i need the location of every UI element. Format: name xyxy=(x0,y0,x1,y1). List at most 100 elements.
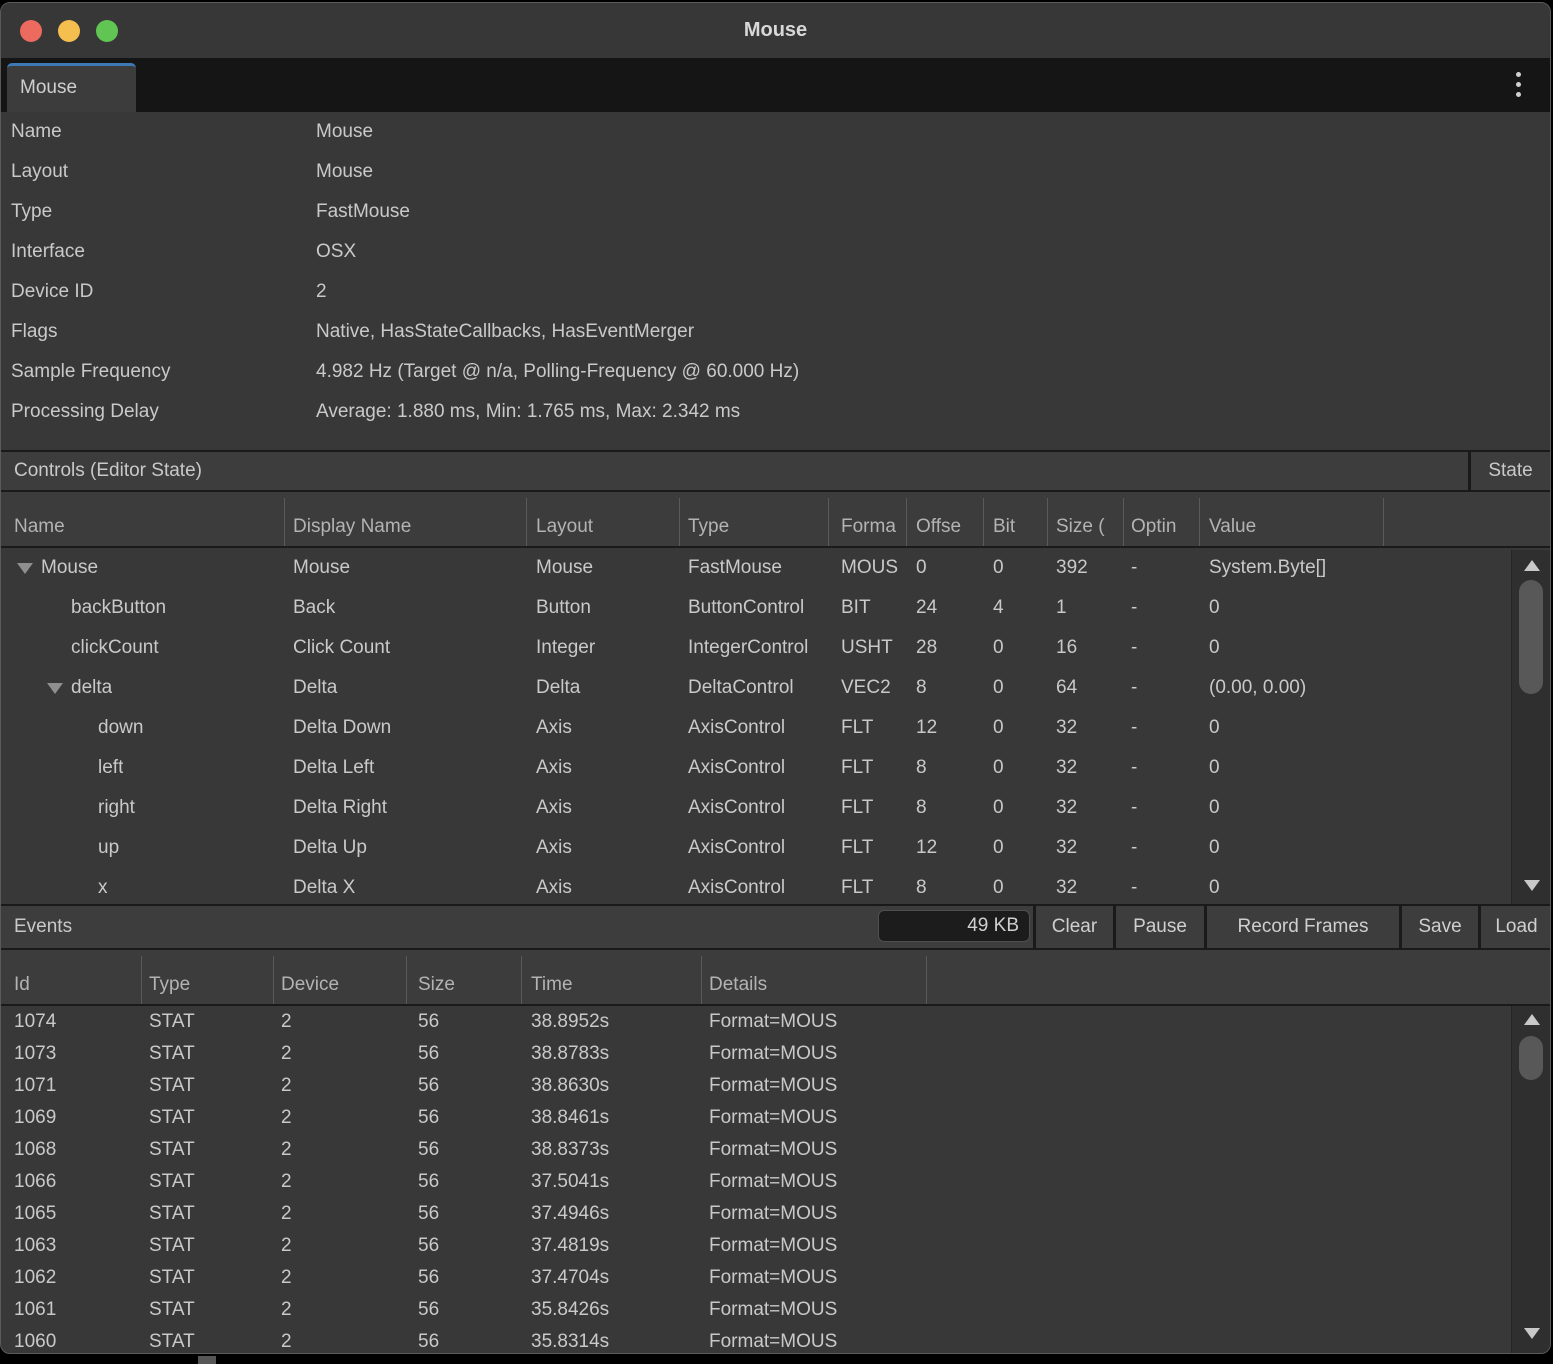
controls-row[interactable]: rightDelta RightAxisAxisControlFLT8032-0 xyxy=(1,788,1550,828)
device-info-row: TypeFastMouse xyxy=(1,192,1550,232)
column-header[interactable]: Type xyxy=(688,516,824,538)
cell-layout: Axis xyxy=(536,868,674,906)
events-header-row: Id Type Device Size Time Details xyxy=(1,950,1550,1004)
event-cell: Format=MOUS xyxy=(709,1198,921,1230)
expander-down-icon[interactable] xyxy=(47,683,63,694)
event-cell: 37.4946s xyxy=(531,1198,691,1230)
device-info-row: Device ID 2 xyxy=(1,272,1550,312)
controls-row[interactable]: xDelta XAxisAxisControlFLT8032-0 xyxy=(1,868,1550,906)
info-label: Device ID xyxy=(11,272,93,312)
cell-name: left xyxy=(98,748,123,788)
kebab-menu-icon[interactable] xyxy=(1514,72,1522,99)
event-row[interactable]: 1063STAT25637.4819sFormat=MOUS xyxy=(1,1230,1550,1262)
scroll-up-icon[interactable] xyxy=(1524,1014,1540,1025)
controls-row[interactable]: backButtonBackButtonButtonControlBIT2441… xyxy=(1,588,1550,628)
scrollbar-thumb[interactable] xyxy=(1519,1036,1543,1080)
column-header[interactable]: Type xyxy=(149,974,264,996)
event-cell: STAT xyxy=(149,1326,264,1354)
scrollbar-thumb[interactable] xyxy=(1519,580,1543,694)
column-header[interactable]: Device xyxy=(281,974,396,996)
event-cell: Format=MOUS xyxy=(709,1230,921,1262)
controls-row[interactable]: downDelta DownAxisAxisControlFLT12032-0 xyxy=(1,708,1550,748)
event-row[interactable]: 1071STAT25638.8630sFormat=MOUS xyxy=(1,1070,1550,1102)
column-header[interactable]: Size ( xyxy=(1056,516,1116,538)
column-header[interactable]: Layout xyxy=(536,516,674,538)
record-frames-button[interactable]: Record Frames xyxy=(1204,906,1399,948)
column-header[interactable]: Time xyxy=(531,974,691,996)
clear-button[interactable]: Clear xyxy=(1033,906,1113,948)
cell-optimized: - xyxy=(1131,668,1191,708)
event-cell: STAT xyxy=(149,1006,264,1038)
scroll-down-icon[interactable] xyxy=(1524,880,1540,891)
column-header[interactable]: Forma xyxy=(841,516,901,538)
cell-optimized: - xyxy=(1131,628,1191,668)
load-button[interactable]: Load xyxy=(1478,906,1551,948)
controls-scrollbar[interactable] xyxy=(1511,550,1550,906)
event-row[interactable]: 1065STAT25637.4946sFormat=MOUS xyxy=(1,1198,1550,1230)
cell-type: ButtonControl xyxy=(688,588,824,628)
event-row[interactable]: 1073STAT25638.8783sFormat=MOUS xyxy=(1,1038,1550,1070)
cell-value: System.Byte[] xyxy=(1209,548,1389,588)
cell-bit: 0 xyxy=(993,868,1041,906)
event-cell: 56 xyxy=(418,1006,513,1038)
column-header[interactable]: Id xyxy=(14,974,134,996)
column-header[interactable]: Value xyxy=(1209,516,1389,538)
event-cell: 56 xyxy=(418,1294,513,1326)
column-header[interactable]: Optin xyxy=(1131,516,1191,538)
cell-format: VEC2 xyxy=(841,668,901,708)
column-header[interactable]: Bit xyxy=(993,516,1041,538)
event-cell: 1061 xyxy=(14,1294,134,1326)
event-cell: Format=MOUS xyxy=(709,1134,921,1166)
event-row[interactable]: 1074STAT25638.8952sFormat=MOUS xyxy=(1,1006,1550,1038)
device-info-row: FlagsNative, HasStateCallbacks, HasEvent… xyxy=(1,312,1550,352)
event-row[interactable]: 1066STAT25637.5041sFormat=MOUS xyxy=(1,1166,1550,1198)
titlebar[interactable]: Mouse xyxy=(1,3,1550,58)
cell-layout: Delta xyxy=(536,668,674,708)
column-header[interactable]: Offse xyxy=(916,516,976,538)
cell-name: delta xyxy=(71,668,112,708)
controls-row[interactable]: deltaDeltaDeltaDeltaControlVEC28064-(0.0… xyxy=(1,668,1550,708)
event-row[interactable]: 1069STAT25638.8461sFormat=MOUS xyxy=(1,1102,1550,1134)
cell-bit: 0 xyxy=(993,748,1041,788)
event-row[interactable]: 1061STAT25635.8426sFormat=MOUS xyxy=(1,1294,1550,1326)
controls-row[interactable]: clickCountClick CountIntegerIntegerContr… xyxy=(1,628,1550,668)
event-cell: 1066 xyxy=(14,1166,134,1198)
cell-size: 1 xyxy=(1056,588,1116,628)
cell-bit: 0 xyxy=(993,548,1041,588)
cell-name: down xyxy=(98,708,143,748)
controls-header-row: Name Display Name Layout Type Forma Offse Bit S… xyxy=(1,492,1550,546)
device-debugger-window: Mouse Mouse NameMouseLayoutMouseTypeFast… xyxy=(0,2,1551,1354)
column-header[interactable]: Name xyxy=(14,516,65,538)
column-header[interactable]: Display Name xyxy=(293,516,518,538)
tab-mouse[interactable]: Mouse xyxy=(7,63,136,112)
scroll-up-icon[interactable] xyxy=(1524,560,1540,571)
events-scrollbar[interactable] xyxy=(1511,1006,1550,1354)
cell-type: AxisControl xyxy=(688,748,824,788)
cell-value: 0 xyxy=(1209,708,1389,748)
event-cell: 2 xyxy=(281,1006,396,1038)
controls-row[interactable]: MouseMouseMouseFastMouseMOUS00392-System… xyxy=(1,548,1550,588)
state-button[interactable]: State xyxy=(1468,452,1550,490)
cell-layout: Axis xyxy=(536,788,674,828)
info-value: 2 xyxy=(316,272,327,312)
event-cell: 35.8426s xyxy=(531,1294,691,1326)
controls-row[interactable]: leftDelta LeftAxisAxisControlFLT8032-0 xyxy=(1,748,1550,788)
cell-value: 0 xyxy=(1209,868,1389,906)
event-cell: 1065 xyxy=(14,1198,134,1230)
column-header[interactable]: Details xyxy=(709,974,921,996)
cell-offset: 8 xyxy=(916,788,976,828)
event-cell: Format=MOUS xyxy=(709,1038,921,1070)
cell-name: Mouse xyxy=(41,548,98,588)
column-header[interactable]: Size xyxy=(418,974,513,996)
pause-button[interactable]: Pause xyxy=(1113,906,1204,948)
event-buffer-size-field[interactable]: 49 KB xyxy=(878,910,1030,942)
scroll-down-icon[interactable] xyxy=(1524,1328,1540,1339)
save-button[interactable]: Save xyxy=(1399,906,1478,948)
event-row[interactable]: 1062STAT25637.4704sFormat=MOUS xyxy=(1,1262,1550,1294)
event-row[interactable]: 1060STAT25635.8314sFormat=MOUS xyxy=(1,1326,1550,1354)
expander-down-icon[interactable] xyxy=(17,563,33,574)
device-info-row: Processing DelayAverage: 1.880 ms, Min: … xyxy=(1,392,1550,432)
controls-row[interactable]: upDelta UpAxisAxisControlFLT12032-0 xyxy=(1,828,1550,868)
event-cell: 56 xyxy=(418,1166,513,1198)
event-row[interactable]: 1068STAT25638.8373sFormat=MOUS xyxy=(1,1134,1550,1166)
